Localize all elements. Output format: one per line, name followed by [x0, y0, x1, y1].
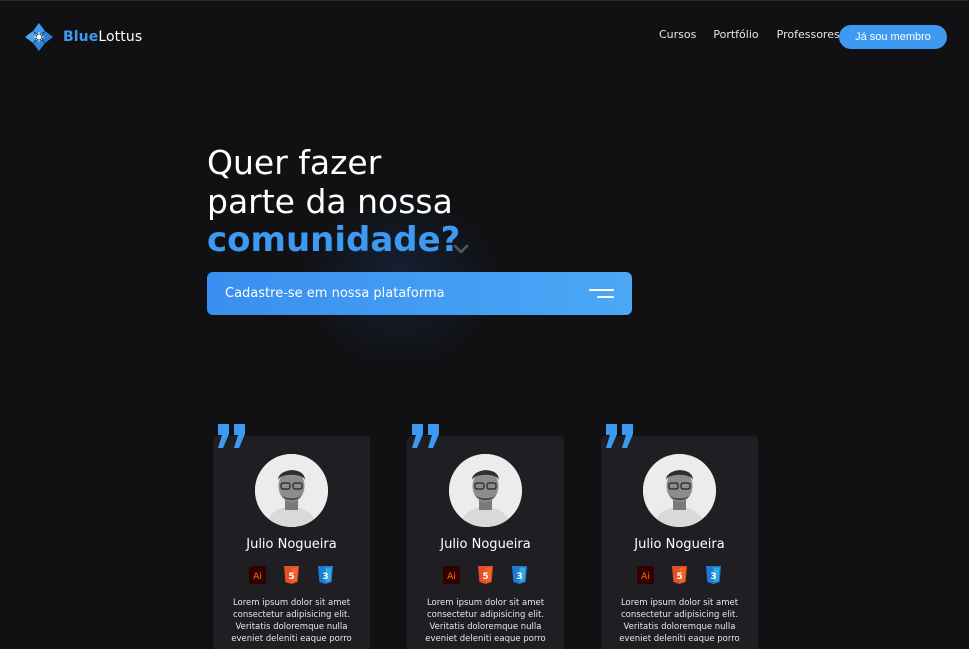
- chevron-down-icon[interactable]: [453, 244, 469, 254]
- html5-icon: 5: [478, 566, 493, 584]
- member-login-button[interactable]: Já sou membro: [839, 25, 947, 49]
- svg-text:3: 3: [710, 572, 716, 582]
- quote-icon: [218, 424, 245, 448]
- teacher-name: Julio Nogueira: [634, 537, 725, 552]
- svg-text:3: 3: [322, 572, 328, 582]
- quote-icon: [606, 424, 633, 448]
- teacher-card: Julio Nogueira Ai 5 3 Lorem ipsum dolor …: [213, 424, 370, 649]
- signup-button[interactable]: Cadastre-se em nossa plataforma: [207, 272, 632, 315]
- svg-text:Ai: Ai: [447, 572, 456, 582]
- svg-text:3: 3: [516, 572, 522, 582]
- svg-text:5: 5: [482, 572, 488, 582]
- skill-list: Ai 5 3: [443, 566, 529, 586]
- signup-label: Cadastre-se em nossa plataforma: [225, 286, 445, 301]
- hero-line-3: comunidade?: [207, 220, 461, 260]
- css3-icon: 3: [512, 566, 527, 584]
- skill-list: Ai 5 3: [637, 566, 723, 586]
- nav-item-cursos[interactable]: Cursos: [659, 28, 696, 41]
- illustrator-icon: Ai: [249, 566, 266, 584]
- avatar: [255, 454, 328, 527]
- svg-text:Ai: Ai: [641, 572, 650, 582]
- brand-name: BlueLottus: [63, 29, 142, 45]
- avatar: [643, 454, 716, 527]
- svg-text:5: 5: [288, 572, 294, 582]
- hero-line-1: Quer fazer: [207, 143, 382, 182]
- teacher-bio: Lorem ipsum dolor sit amet consectetur a…: [425, 598, 546, 644]
- illustrator-icon: Ai: [443, 566, 460, 584]
- brand-logo[interactable]: BlueLottus: [24, 22, 142, 52]
- teacher-name: Julio Nogueira: [440, 537, 531, 552]
- top-border: [0, 0, 969, 1]
- css3-icon: 3: [706, 566, 721, 584]
- hero-heading: Quer fazer parte da nossa comunidade?: [207, 143, 460, 260]
- svg-text:Ai: Ai: [253, 572, 262, 582]
- brand-name-part1: Blue: [63, 29, 99, 45]
- teacher-card: Julio Nogueira Ai 5 3 Lorem ipsum dolor …: [407, 424, 564, 649]
- svg-text:5: 5: [676, 572, 682, 582]
- menu-lines-icon: [589, 288, 614, 300]
- html5-icon: 5: [672, 566, 687, 584]
- nav-item-professores[interactable]: Professores: [777, 28, 840, 41]
- skill-list: Ai 5 3: [249, 566, 335, 586]
- teacher-card: Julio Nogueira Ai 5 3 Lorem ipsum dolor …: [601, 424, 758, 649]
- nav-item-portfolio[interactable]: Portfólio: [713, 28, 758, 41]
- teacher-bio: Lorem ipsum dolor sit amet consectetur a…: [231, 598, 352, 644]
- main-nav: Cursos Portfólio Professores: [659, 28, 840, 41]
- illustrator-icon: Ai: [637, 566, 654, 584]
- quote-icon: [412, 424, 439, 448]
- css3-icon: 3: [318, 566, 333, 584]
- teacher-bio: Lorem ipsum dolor sit amet consectetur a…: [619, 598, 740, 644]
- brand-name-part2: Lottus: [98, 29, 143, 45]
- lotus-logo-icon: [25, 23, 53, 51]
- teacher-name: Julio Nogueira: [246, 537, 337, 552]
- avatar: [449, 454, 522, 527]
- hero-line-2: parte da nossa: [207, 182, 453, 221]
- html5-icon: 5: [284, 566, 299, 584]
